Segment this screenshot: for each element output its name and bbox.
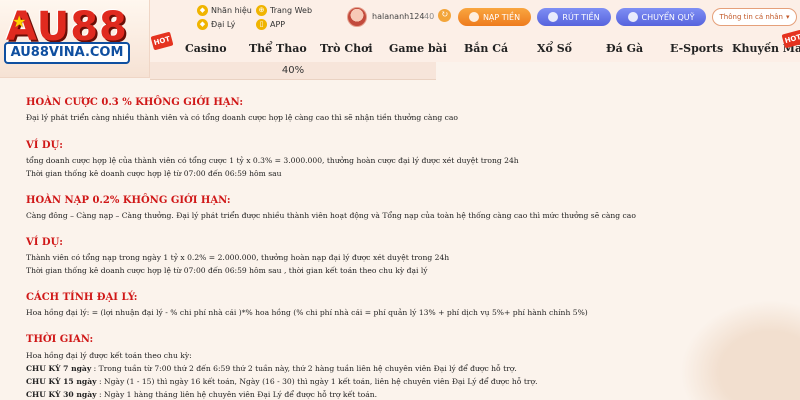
deposit-label: NẠP TIỀN [482,12,521,22]
account-select[interactable]: Thông tin cá nhân ▾ [712,8,797,26]
section-title-time: THỜI GIAN: [26,334,94,345]
transfer-label: CHUYỂN QUỸ [641,12,695,22]
transfer-icon [627,12,638,22]
nav-cards[interactable]: Game bài [389,42,447,55]
section-title-calculation: CÁCH TÍNH ĐẠI LÝ: [26,292,138,303]
section-title-deposit: HOÀN NẠP 0.2% KHÔNG GIỚI HẠN: [26,195,231,206]
cycle-label: CHU KỲ 15 ngày [26,377,97,386]
card-icon [548,12,559,22]
agent-link-label: Đại Lý [211,20,236,29]
nav-esports[interactable]: E-Sports [670,42,723,55]
globe-icon: ⊕ [256,5,267,16]
calculation-formula: Hoa hồng đại lý: = (lợi nhuận đại lý - %… [26,308,588,317]
nav-sports[interactable]: Thể Thao [249,42,307,55]
transfer-button[interactable]: CHUYỂN QUỸ [616,8,706,26]
section-title-rebate: HOÀN CƯỢC 0.3 % KHÔNG GIỚI HẠN: [26,97,244,108]
nav-games[interactable]: Trò Chơi [320,42,373,55]
account-select-label: Thông tin cá nhân [719,13,783,21]
example-title: VÍ DỤ: [26,237,64,248]
decorative-background [680,300,800,400]
avatar[interactable] [347,7,367,27]
cycle-text: : Trong tuần từ 7:00 thứ 2 đến 6:59 thứ … [93,364,517,373]
example-title: VÍ DỤ: [26,140,64,151]
brand-link-label: Nhãn hiệu [211,6,252,15]
nav-fishing[interactable]: Bắn Cá [464,42,508,55]
refresh-icon[interactable]: ↻ [438,9,451,22]
time-description: Hoa hồng đại lý được kết toán theo chu k… [26,351,192,360]
website-link-label: Trang Web [270,6,313,15]
cycle-30-days: CHU KỲ 30 ngày : Ngày 1 hàng tháng liên … [26,390,377,399]
balance: 40 [424,12,435,21]
wallet-icon [468,12,479,22]
cycle-text: : Ngày 1 hàng tháng liên hệ chuyên viên … [98,390,378,399]
rebate-example-1: tổng doanh cược hợp lệ của thành viên có… [26,156,519,165]
nav-lottery[interactable]: Xổ Số [537,42,572,55]
cycle-text: : Ngày (1 - 15) thì ngày 16 kết toán, Ng… [98,377,538,386]
phone-icon: ▯ [256,19,267,30]
deposit-description: Càng đông – Càng nạp – Càng thưởng. Đại … [26,211,636,220]
chevron-down-icon: ▾ [785,13,790,21]
diamond-icon: ◆ [197,5,208,16]
nav-casino[interactable]: Casino [185,42,227,55]
deposit-button[interactable]: NẠP TIỀN [458,8,531,26]
diamond-icon: ◆ [197,19,208,30]
commission-table-cell: 40% [150,62,436,80]
website-link[interactable]: ⊕ Trang Web [256,5,312,16]
logo-domain: AU88VINA.COM [4,42,130,64]
withdraw-label: RÚT TIỀN [562,12,600,22]
app-link-label: APP [270,20,286,29]
rebate-example-2: Thời gian thống kê doanh cược hợp lệ từ … [26,169,282,178]
brand-link[interactable]: ◆ Nhãn hiệu [197,5,252,16]
site-logo[interactable]: AU88 ★ AU88VINA.COM [0,0,150,78]
cycle-7-days: CHU KỲ 7 ngày : Trong tuần từ 7:00 thứ 2… [26,364,517,373]
username: halananh124 [372,12,425,21]
main-nav: Casino Thể Thao Trò Chơi Game bài Bắn Cá… [150,29,800,62]
app-link[interactable]: ▯ APP [256,19,285,30]
rebate-description: Đại lý phát triển càng nhiều thành viên … [26,113,458,122]
deposit-example-2: Thời gian thống kê doanh cược hợp lệ từ … [26,266,428,275]
deposit-example-1: Thành viên có tổng nạp trong ngày 1 tỷ x… [26,253,450,262]
nav-cockfight[interactable]: Đá Gà [606,42,643,55]
cycle-label: CHU KỲ 7 ngày [26,364,92,373]
star-icon: ★ [12,12,27,31]
withdraw-button[interactable]: RÚT TIỀN [537,8,611,26]
top-bar: AU88 ★ AU88VINA.COM HOT ◆ Nhãn hiệu ◆ Đạ… [0,0,800,78]
cycle-15-days: CHU KỲ 15 ngày : Ngày (1 - 15) thì ngày … [26,377,538,386]
cycle-label: CHU KỲ 30 ngày [26,390,97,399]
agent-link[interactable]: ◆ Đại Lý [197,19,235,30]
